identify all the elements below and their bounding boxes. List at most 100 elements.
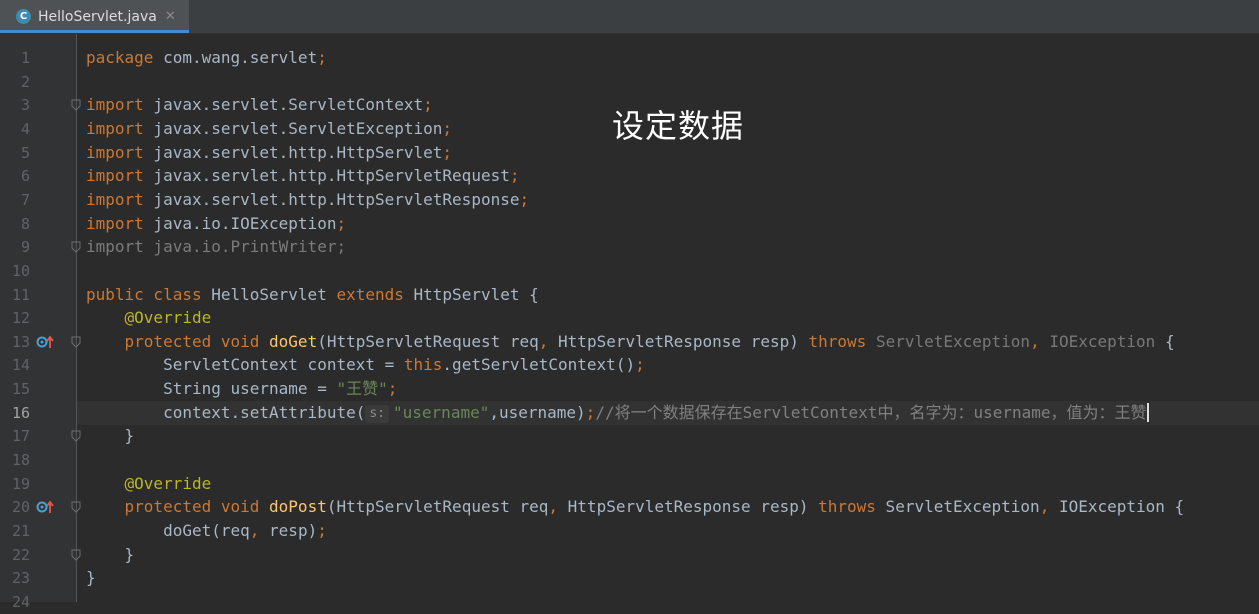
line-number: 20	[11, 498, 30, 517]
fold-marker-icon[interactable]	[71, 430, 81, 443]
code-token: {	[1155, 331, 1175, 351]
code-token: javax.servlet.http.HttpServlet	[143, 142, 443, 162]
code-token: (HttpServletRequest req	[326, 497, 549, 517]
override-method-icon[interactable]	[36, 499, 56, 515]
code-token: HelloServlet	[201, 284, 337, 304]
code-line[interactable]: context.setAttribute(s: "username",userna…	[77, 400, 1259, 425]
code-line-text: protected void doGet(HttpServletRequest …	[86, 330, 1175, 354]
code-line-text: import javax.servlet.http.HttpServletReq…	[86, 164, 519, 188]
fold-marker-icon[interactable]	[71, 336, 81, 348]
code-line[interactable]: public class HelloServlet extends HttpSe…	[77, 283, 1259, 307]
code-line-text: }	[86, 566, 96, 590]
code-line[interactable]: import java.io.PrintWriter;	[77, 235, 1259, 259]
code-token: @Override	[124, 473, 212, 493]
code-token: doGet	[269, 331, 318, 351]
fold-marker-icon[interactable]	[71, 99, 81, 112]
code-line[interactable]	[77, 259, 1259, 283]
line-number: 21	[11, 522, 30, 540]
code-token: ;	[519, 189, 530, 209]
code-line-text: context.setAttribute(s: "username",userna…	[86, 401, 1149, 425]
code-token: ,	[1039, 497, 1050, 517]
line-number: 11	[11, 285, 30, 304]
code-line[interactable]: @Override	[77, 472, 1259, 496]
code-line[interactable]: protected void doGet(HttpServletRequest …	[77, 330, 1259, 354]
tab-helloservlet-java[interactable]: C HelloServlet.java ✕	[0, 0, 189, 33]
line-number: 23	[11, 569, 30, 588]
code-line[interactable]: protected void doPost(HttpServletRequest…	[77, 495, 1259, 519]
code-line[interactable]: ServletContext context = this.getServlet…	[77, 353, 1259, 377]
code-token: HttpServletResponse resp)	[558, 497, 819, 517]
code-token: ServletException	[875, 497, 1040, 517]
code-token: ;	[317, 48, 327, 67]
fold-marker-icon[interactable]	[71, 549, 81, 561]
code-token: extends	[336, 284, 404, 304]
line-number-gutter: 1 2 3 4 5 6 7 8 9 10 11 12 13 14 15 16 17 18 19 20 21 22 23 24	[0, 34, 77, 611]
code-token: import	[86, 142, 144, 162]
code-token: ;	[423, 95, 433, 115]
code-line-text: public class HelloServlet extends HttpSe…	[86, 283, 539, 307]
code-line[interactable]: String username = "王赞";	[77, 377, 1259, 401]
code-line-text: package com.wang.servlet;	[86, 46, 327, 70]
code-token: import	[86, 213, 144, 233]
code-token: import	[86, 95, 144, 115]
text-caret	[1146, 402, 1149, 422]
code-token: this	[403, 355, 443, 375]
line-number: 3	[20, 96, 30, 115]
code-line[interactable]: import javax.servlet.http.HttpServletReq…	[77, 164, 1259, 188]
line-number: 13	[11, 332, 30, 351]
code-token: "王赞"	[336, 379, 388, 399]
line-number: 19	[11, 474, 30, 493]
code-token: import java.io.PrintWriter;	[86, 237, 347, 257]
code-token: ServletContext context =	[86, 355, 404, 375]
code-token: .getServletContext()	[442, 355, 636, 375]
code-token: ,username)	[489, 402, 586, 422]
code-line[interactable]	[77, 70, 1259, 94]
code-line[interactable]	[77, 448, 1259, 472]
code-line-text: @Override	[86, 472, 212, 496]
close-icon[interactable]: ✕	[165, 9, 176, 24]
code-token: ,	[548, 497, 559, 517]
code-token: ;	[442, 118, 453, 138]
code-token: doPost	[269, 497, 327, 517]
code-token: import	[86, 189, 144, 209]
line-number: 9	[20, 238, 30, 257]
code-token: IOException	[1049, 331, 1156, 351]
code-token: javax.servlet.ServletContext	[143, 95, 424, 115]
code-line[interactable]: }	[77, 566, 1259, 590]
code-token: HttpServlet {	[403, 284, 539, 304]
java-class-icon: C	[16, 9, 31, 24]
code-token: javax.servlet.http.HttpServletRequest	[143, 166, 510, 186]
override-method-icon[interactable]	[36, 334, 56, 350]
code-line[interactable]: doGet(req, resp);	[77, 519, 1259, 543]
line-number: 14	[11, 356, 30, 375]
code-token: throws	[808, 331, 867, 351]
code-token: "username"	[393, 402, 490, 422]
code-token: ;	[387, 379, 398, 399]
code-line[interactable]: import java.io.IOException;	[77, 212, 1259, 236]
line-number: 7	[20, 190, 30, 209]
line-number: 2	[20, 72, 30, 91]
code-token: package	[86, 48, 154, 67]
code-token: ;	[635, 355, 645, 375]
code-line[interactable]: @Override	[77, 306, 1259, 330]
code-line[interactable]: }	[77, 543, 1259, 567]
line-number: 15	[11, 380, 30, 399]
code-token: javax.servlet.http.HttpServletResponse	[143, 189, 520, 209]
fold-marker-icon[interactable]	[71, 501, 81, 514]
code-line-text: @Override	[86, 306, 212, 330]
code-token: ;	[336, 213, 347, 233]
code-token: (HttpServletRequest req	[317, 331, 539, 351]
fold-marker-icon[interactable]	[71, 241, 81, 253]
code-line[interactable]: }	[77, 424, 1259, 448]
code-token: }	[86, 568, 96, 588]
code-line[interactable]: import javax.servlet.http.HttpServletRes…	[77, 188, 1259, 212]
code-line-text: import java.io.PrintWriter;	[86, 235, 346, 259]
code-token: String username =	[86, 379, 337, 399]
code-line[interactable]: package com.wang.servlet;	[77, 46, 1259, 70]
